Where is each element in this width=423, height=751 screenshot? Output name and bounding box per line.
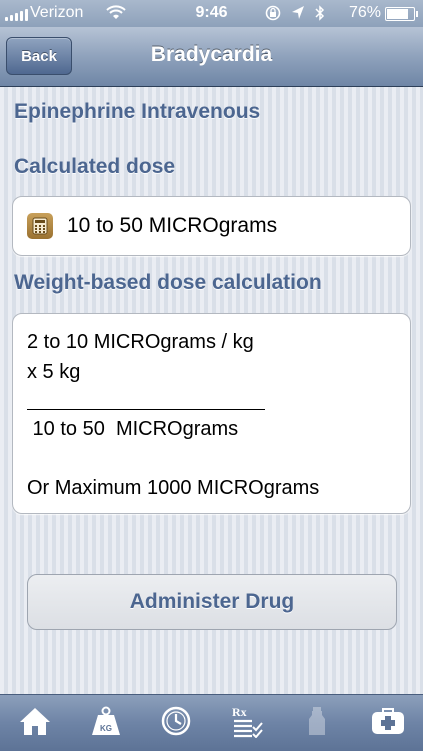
battery-percent: 76% [348, 4, 381, 21]
dose-result: 10 to 50 MICROgrams [27, 418, 239, 440]
weight-icon: KG [90, 705, 122, 742]
dose-per-kg: 2 to 10 MICROgrams / kg [27, 331, 254, 353]
tab-medical-kit[interactable] [358, 698, 418, 748]
tab-prescriptions[interactable]: Rx [217, 698, 277, 748]
medical-kit-icon [370, 706, 406, 741]
drug-name-heading: Epinephrine Intravenous [14, 100, 261, 123]
weight-based-heading: Weight-based dose calculation [14, 271, 322, 294]
rotation-lock-icon [265, 5, 281, 25]
bluetooth-icon [315, 5, 325, 25]
tab-medication[interactable] [287, 698, 347, 748]
tab-weight[interactable]: KG [76, 698, 136, 748]
calculator-icon [27, 213, 53, 239]
location-icon [291, 5, 305, 25]
svg-text:KG: KG [100, 724, 112, 733]
tab-home[interactable] [5, 698, 65, 748]
calculation-divider [27, 409, 265, 410]
page-title: Bradycardia [150, 43, 273, 66]
administer-drug-button[interactable]: Administer Drug [27, 574, 397, 630]
status-bar: Verizon 9:46 76% [0, 0, 423, 27]
calculated-dose-card: 10 to 50 MICROgrams [12, 196, 411, 256]
home-icon [18, 705, 52, 742]
battery-icon [385, 7, 418, 21]
weight-based-calculation-card: 2 to 10 MICROgrams / kg x 5 kg 10 to 50 … [12, 313, 411, 514]
tab-timer[interactable] [146, 698, 206, 748]
svg-text:Rx: Rx [232, 705, 247, 719]
tab-bar: KG Rx [0, 694, 423, 751]
calculated-dose-heading: Calculated dose [14, 155, 176, 178]
prescription-list-icon: Rx [230, 704, 264, 743]
clock-icon [160, 705, 192, 742]
bottle-icon [305, 705, 329, 742]
calculated-dose-value: 10 to 50 MICROgrams [67, 214, 278, 237]
navigation-bar: Back Bradycardia [0, 27, 423, 87]
patient-weight: x 5 kg [27, 361, 81, 383]
maximum-dose: Or Maximum 1000 MICROgrams [27, 477, 320, 499]
